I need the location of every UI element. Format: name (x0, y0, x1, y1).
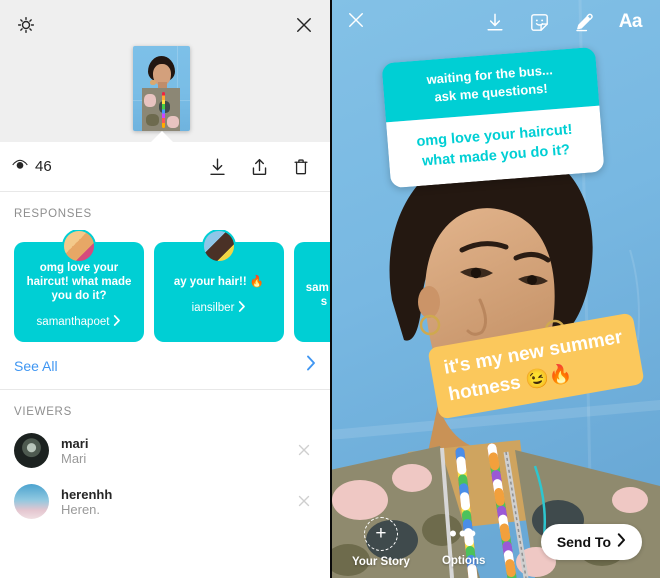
story-actions (206, 155, 318, 179)
your-story-button[interactable]: + Your Story (352, 516, 410, 568)
viewer-names: mari Mari (61, 436, 88, 466)
response-text: omg love your haircut! what made you do … (26, 262, 132, 302)
eye-icon (12, 158, 28, 175)
panel-divider (330, 0, 332, 578)
avatar[interactable] (14, 484, 49, 519)
story-stats-bar: 46 (0, 142, 330, 192)
thumbnail-photo (133, 46, 190, 131)
response-username: iansilber (191, 302, 235, 314)
ellipsis-icon: ••• (449, 520, 479, 546)
marker-pen-icon[interactable] (574, 12, 595, 33)
editor-toolbar: Aa (330, 0, 660, 44)
response-card[interactable]: ay your hair!! 🔥 iansilber (154, 230, 284, 342)
editor-bottom-bar: + Your Story ••• Options Send To (330, 506, 660, 578)
download-icon[interactable] (485, 12, 505, 33)
response-username-row[interactable]: samanthapoet (37, 315, 122, 329)
story-insights-panel: 46 RESPONSES omg love your haircut! what… (0, 0, 330, 578)
app-root: 46 RESPONSES omg love your haircut! what… (0, 0, 660, 578)
thumbnail-caret (151, 131, 173, 142)
view-count-value: 46 (35, 158, 52, 175)
question-sticker[interactable]: waiting for the bus... ask me questions!… (381, 46, 605, 189)
viewer-names: herenhh Heren. (61, 487, 112, 517)
response-text: ay your hair!! 🔥 (173, 276, 265, 288)
chevron-right-icon (238, 301, 246, 315)
see-all-row[interactable]: See All (0, 342, 330, 390)
response-card[interactable]: sam te s (294, 242, 330, 342)
avatar[interactable] (14, 433, 49, 468)
send-to-button[interactable]: Send To (540, 524, 642, 560)
viewer-fullname: Heren. (61, 501, 101, 517)
chevron-right-icon (617, 532, 626, 552)
sticker-smiley-icon[interactable] (529, 12, 550, 33)
viewer-fullname: Mari (61, 450, 87, 466)
editor-tools: Aa (485, 11, 643, 33)
story-preview-header (0, 0, 330, 142)
avatar (62, 230, 96, 263)
viewer-row[interactable]: herenhh Heren. (0, 476, 330, 527)
avatar (202, 230, 236, 263)
trash-icon[interactable] (290, 155, 312, 179)
responses-carousel[interactable]: omg love your haircut! what made you do … (0, 230, 330, 342)
responses-section-title: RESPONSES (14, 208, 92, 220)
close-icon[interactable] (346, 10, 366, 35)
viewer-row[interactable]: mari Mari (0, 425, 330, 476)
plus-circle-icon: + (363, 516, 398, 551)
viewers-list: mari Mari herenhh Heren. (0, 423, 330, 527)
options-button[interactable]: ••• Options (442, 518, 485, 567)
share-icon[interactable] (248, 155, 270, 179)
your-story-label: Your Story (352, 555, 410, 568)
options-label: Options (441, 554, 486, 567)
viewer-username: herenhh (61, 486, 113, 502)
response-text: sam te s (305, 282, 330, 308)
chevron-right-icon (113, 315, 121, 329)
gear-icon[interactable] (12, 11, 40, 39)
story-thumbnail[interactable] (133, 46, 190, 131)
response-username-row[interactable]: iansilber (192, 301, 247, 315)
download-icon[interactable] (206, 155, 228, 179)
close-icon[interactable] (292, 437, 316, 465)
view-count[interactable]: 46 (12, 158, 52, 175)
viewers-section-title: VIEWERS (14, 406, 72, 418)
response-username: samanthapoet (36, 316, 110, 328)
chevron-right-icon (306, 355, 316, 376)
send-to-label: Send To (556, 534, 611, 550)
viewer-username: mari (61, 435, 89, 451)
response-card[interactable]: omg love your haircut! what made you do … (14, 230, 144, 342)
close-icon[interactable] (292, 488, 316, 516)
close-icon[interactable] (290, 11, 318, 39)
see-all-label: See All (14, 357, 58, 374)
story-editor-panel: Aa waiting for the bus... ask me questio… (330, 0, 660, 578)
text-tool-label[interactable]: Aa (619, 11, 643, 33)
